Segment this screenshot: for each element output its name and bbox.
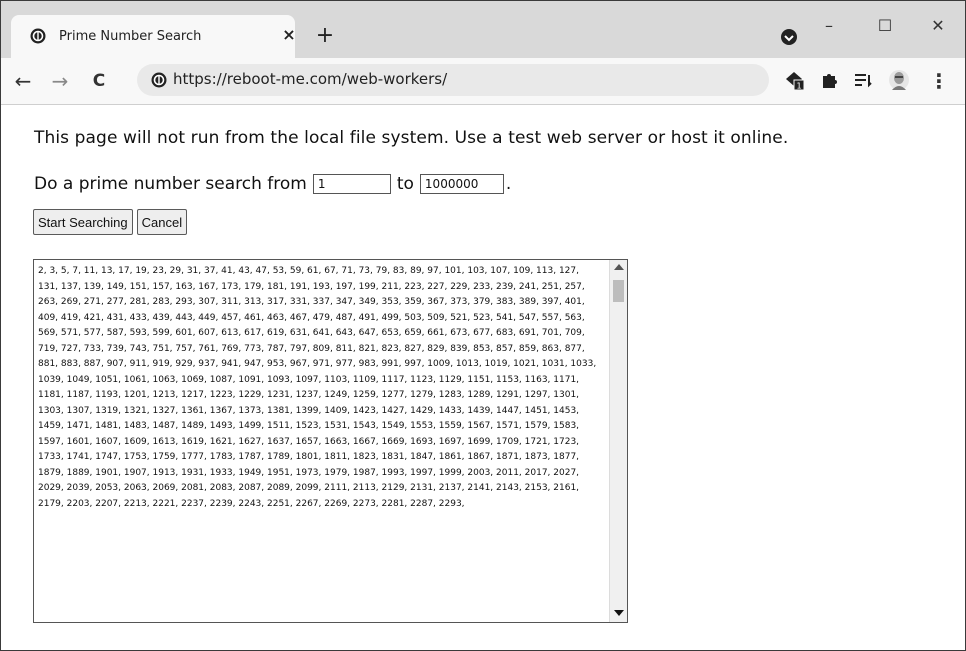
minimize-button[interactable]: – [809,11,849,41]
button-row: Start Searching Cancel [33,209,188,235]
close-window-button[interactable]: ✕ [918,11,958,41]
to-input[interactable] [419,174,504,194]
page-content: This page will not run from the local fi… [1,105,965,650]
search-middle-label: to [396,174,414,194]
address-bar[interactable]: https://reboot-me.com/web-workers/ [137,64,769,96]
tab-close-button[interactable]: × [279,25,299,45]
forward-button[interactable]: → [46,67,74,95]
from-input[interactable] [312,174,391,194]
results-box[interactable]: 2, 3, 5, 7, 11, 13, 17, 19, 23, 29, 31, … [33,259,628,623]
url-text[interactable]: https://reboot-me.com/web-workers/ [173,70,447,88]
browser-toolbar: ← → C https://reboot-me.com/web-workers/… [1,58,965,105]
browser-tab[interactable]: Prime Number Search × [11,15,296,58]
menu-icon[interactable]: ⋮ [925,67,953,95]
site-info-icon[interactable] [151,72,167,88]
back-button[interactable]: ← [9,67,37,95]
extension-badge: 1 [796,82,801,91]
scroll-up-arrow-icon[interactable] [614,264,624,270]
extension-icon[interactable]: 1 [783,69,805,91]
search-suffix-label: . [505,174,512,194]
results-scrollbar[interactable] [609,260,627,622]
search-form: Do a prime number search from to . [34,174,511,194]
notice-text: This page will not run from the local fi… [34,128,789,148]
reading-list-icon[interactable] [852,69,874,91]
scrollbar-thumb[interactable] [613,280,624,302]
scroll-down-arrow-icon[interactable] [614,610,624,616]
maximize-button[interactable]: ☐ [865,11,905,41]
reload-button[interactable]: C [85,67,113,95]
tab-title: Prime Number Search [59,29,202,44]
puzzle-icon[interactable] [818,69,840,91]
search-prefix-label: Do a prime number search from [34,174,307,194]
cancel-button[interactable]: Cancel [136,209,188,235]
tab-favicon-icon [30,28,46,44]
start-searching-button[interactable]: Start Searching [33,209,133,235]
browser-window: Prime Number Search × + – ☐ ✕ ← → C http… [0,0,966,651]
avatar-icon[interactable] [888,69,910,91]
title-bar: Prime Number Search × + – ☐ ✕ [1,1,965,58]
prime-results-text: 2, 3, 5, 7, 11, 13, 17, 19, 23, 29, 31, … [38,266,597,509]
new-tab-button[interactable]: + [313,24,337,48]
profile-icon[interactable] [780,28,798,46]
